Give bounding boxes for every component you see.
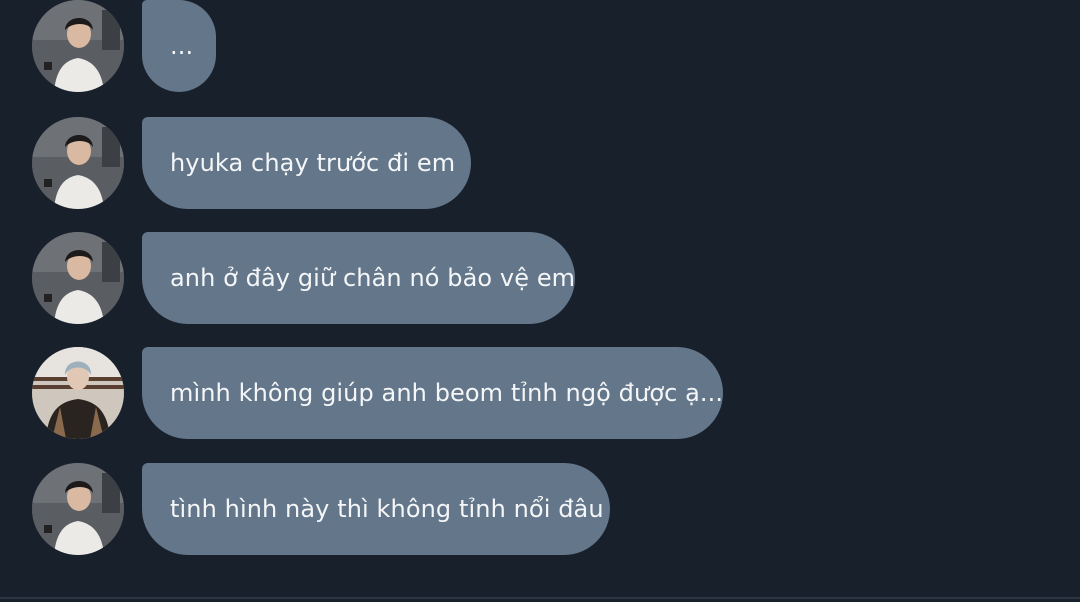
avatar-white-shirt-icon xyxy=(32,232,124,324)
message-bubble[interactable]: tình hình này thì không tỉnh nổi đâu xyxy=(142,463,610,555)
avatar-white-shirt-icon xyxy=(32,463,124,555)
message-row: anh ở đây giữ chân nó bảo vệ em xyxy=(0,232,1080,324)
avatar-white-shirt-icon xyxy=(32,0,124,92)
message-row: hyuka chạy trước đi em xyxy=(0,117,1080,209)
message-bubble[interactable]: anh ở đây giữ chân nó bảo vệ em xyxy=(142,232,575,324)
user-avatar[interactable] xyxy=(32,347,124,439)
message-text: mình không giúp anh beom tỉnh ngộ được ạ… xyxy=(170,379,724,407)
user-avatar[interactable] xyxy=(32,0,124,92)
avatar-white-shirt-icon xyxy=(32,117,124,209)
message-row: ... xyxy=(0,0,1080,94)
message-text: tình hình này thì không tỉnh nổi đâu xyxy=(170,495,604,523)
chat-thread: ... hyuka chạy trước đi em anh ở đây giữ… xyxy=(0,0,1080,602)
avatar-plaid-shirt-icon xyxy=(32,347,124,439)
divider xyxy=(0,597,1080,599)
message-bubble[interactable]: mình không giúp anh beom tỉnh ngộ được ạ… xyxy=(142,347,723,439)
message-text: ... xyxy=(170,32,194,60)
message-text: hyuka chạy trước đi em xyxy=(170,149,456,177)
message-bubble[interactable]: ... xyxy=(142,0,216,92)
user-avatar[interactable] xyxy=(32,463,124,555)
message-text: anh ở đây giữ chân nó bảo vệ em xyxy=(170,264,576,292)
message-bubble[interactable]: hyuka chạy trước đi em xyxy=(142,117,471,209)
user-avatar[interactable] xyxy=(32,232,124,324)
message-row: mình không giúp anh beom tỉnh ngộ được ạ… xyxy=(0,347,1080,439)
user-avatar[interactable] xyxy=(32,117,124,209)
message-row: tình hình này thì không tỉnh nổi đâu xyxy=(0,463,1080,555)
